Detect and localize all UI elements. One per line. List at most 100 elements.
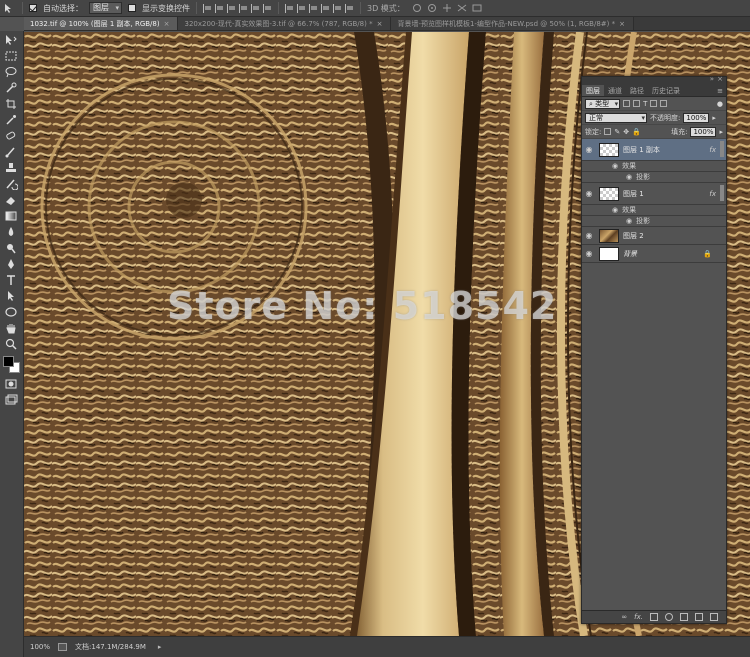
status-menu-arrow-icon[interactable]: ▸: [158, 643, 162, 651]
gradient-icon[interactable]: [4, 210, 20, 223]
visibility-eye-icon[interactable]: ◉: [612, 162, 618, 170]
align-left-icon[interactable]: [239, 3, 248, 13]
color-swatches[interactable]: [2, 355, 22, 375]
zoom-level[interactable]: 100%: [30, 643, 50, 651]
close-icon[interactable]: ×: [619, 20, 625, 28]
add-style-icon[interactable]: fx.: [634, 613, 643, 621]
3d-pan-icon[interactable]: [441, 3, 453, 13]
effect-item-row[interactable]: ◉ 投影: [582, 172, 726, 183]
align-bottom-icon[interactable]: [227, 3, 236, 13]
eraser-icon[interactable]: [4, 194, 20, 207]
visibility-eye-icon[interactable]: ◉: [582, 189, 596, 198]
distribute-hcenter-icon[interactable]: [333, 3, 342, 13]
stamp-icon[interactable]: [4, 162, 20, 175]
path-select-icon[interactable]: [4, 290, 20, 303]
auto-select-dropdown[interactable]: 图层: [89, 2, 122, 14]
align-right-icon[interactable]: [263, 3, 272, 13]
move-tool-preset-icon[interactable]: [4, 3, 16, 13]
visibility-eye-icon[interactable]: ◉: [626, 173, 632, 181]
new-adjustment-icon[interactable]: [665, 613, 673, 621]
document-tab-2[interactable]: 320x200-现代-真实效果图-3.tif @ 66.7% (787, RGB…: [178, 17, 392, 30]
type-icon[interactable]: [4, 274, 20, 287]
dodge-icon[interactable]: [4, 242, 20, 255]
3d-scale-icon[interactable]: [471, 3, 483, 13]
lock-paint-icon[interactable]: ✎: [614, 128, 620, 136]
healing-icon[interactable]: [4, 130, 20, 143]
visibility-eye-icon[interactable]: ◉: [612, 206, 618, 214]
document-tab-1[interactable]: 1032.tif @ 100% (图层 1 副本, RGB/8) ×: [24, 17, 179, 30]
blend-mode-dropdown[interactable]: 正常: [585, 112, 647, 123]
layer-row[interactable]: ◉ 图层 2: [582, 227, 726, 245]
lock-position-icon[interactable]: ✥: [623, 128, 629, 136]
distribute-left-icon[interactable]: [321, 3, 330, 13]
shape-icon[interactable]: [4, 306, 20, 319]
layer-name[interactable]: 图层 1 副本: [623, 145, 660, 155]
filter-pixel-icon[interactable]: [623, 100, 631, 107]
tab-channels[interactable]: 通道: [604, 85, 626, 96]
quick-select-icon[interactable]: [4, 82, 20, 95]
visibility-eye-icon[interactable]: ◉: [582, 249, 596, 258]
3d-slide-icon[interactable]: [456, 3, 468, 13]
fill-arrow-icon[interactable]: ▸: [719, 128, 723, 136]
eyedropper-icon[interactable]: [4, 114, 20, 127]
status-nav-icon[interactable]: [58, 643, 68, 651]
layer-row[interactable]: ◉ 图层 1 fx: [582, 183, 726, 205]
hand-icon[interactable]: [4, 322, 20, 335]
panel-header[interactable]: » ×: [582, 75, 726, 85]
pen-icon[interactable]: [4, 258, 20, 271]
filter-adjust-icon[interactable]: [633, 100, 641, 107]
opacity-input[interactable]: 100%: [683, 112, 710, 123]
align-top-icon[interactable]: [203, 3, 212, 13]
tab-layers[interactable]: 图层: [582, 85, 604, 96]
quick-mask-icon[interactable]: [4, 378, 20, 391]
marquee-icon[interactable]: [4, 50, 20, 63]
align-vcenter-icon[interactable]: [215, 3, 224, 13]
close-panel-icon[interactable]: ×: [717, 75, 723, 83]
crop-icon[interactable]: [4, 98, 20, 111]
distribute-top-icon[interactable]: [285, 3, 294, 13]
delete-layer-icon[interactable]: [710, 613, 718, 621]
visibility-eye-icon[interactable]: ◉: [626, 217, 632, 225]
lock-transparent-icon[interactable]: [604, 128, 612, 135]
filter-type-icon[interactable]: T: [643, 100, 647, 108]
move-icon[interactable]: [4, 34, 20, 47]
blur-icon[interactable]: [4, 226, 20, 239]
layer-name[interactable]: 图层 2: [623, 231, 644, 241]
effects-row[interactable]: ◉ 效果: [582, 205, 726, 216]
link-layers-icon[interactable]: ∞: [621, 613, 627, 621]
effects-row[interactable]: ◉ 效果: [582, 161, 726, 172]
layer-row[interactable]: ◉ 背景 🔒: [582, 245, 726, 263]
foreground-color-swatch[interactable]: [3, 356, 14, 367]
lasso-icon[interactable]: [4, 66, 20, 79]
close-icon[interactable]: ×: [164, 20, 170, 28]
history-brush-icon[interactable]: [4, 178, 20, 191]
auto-select-checkbox[interactable]: [29, 4, 37, 12]
distribute-right-icon[interactable]: [345, 3, 354, 13]
layer-name[interactable]: 图层 1: [623, 189, 644, 199]
distribute-bottom-icon[interactable]: [309, 3, 318, 13]
filter-smart-icon[interactable]: [660, 100, 668, 107]
screen-mode-icon[interactable]: [4, 394, 20, 407]
distribute-vcenter-icon[interactable]: [297, 3, 306, 13]
panel-menu-icon[interactable]: ≡: [717, 85, 726, 96]
visibility-eye-icon[interactable]: ◉: [582, 145, 596, 154]
effect-item-row[interactable]: ◉ 投影: [582, 216, 726, 227]
collapse-panel-icon[interactable]: »: [710, 75, 714, 83]
opacity-arrow-icon[interactable]: ▸: [712, 114, 716, 122]
add-mask-icon[interactable]: [650, 613, 658, 621]
new-layer-icon[interactable]: [695, 613, 703, 621]
3d-rotate-icon[interactable]: [411, 3, 423, 13]
layer-name[interactable]: 背景: [623, 249, 637, 259]
fill-input[interactable]: 100%: [690, 126, 717, 137]
layer-filter-dropdown[interactable]: ⌕ 类型: [585, 98, 621, 109]
visibility-eye-icon[interactable]: ◉: [582, 231, 596, 240]
layer-row[interactable]: ◉ 图层 1 副本 fx: [582, 139, 726, 161]
filter-shape-icon[interactable]: [650, 100, 658, 107]
brush-icon[interactable]: [4, 146, 20, 159]
close-icon[interactable]: ×: [377, 20, 383, 28]
document-tab-3[interactable]: 背景墙-预览图样机模板1-编型作品-NEW.psd @ 50% (1, RGB/…: [391, 17, 634, 30]
lock-all-icon[interactable]: 🔒: [632, 128, 641, 136]
tab-history[interactable]: 历史记录: [648, 85, 684, 96]
new-group-icon[interactable]: [680, 613, 688, 621]
show-transform-checkbox[interactable]: [128, 4, 136, 12]
